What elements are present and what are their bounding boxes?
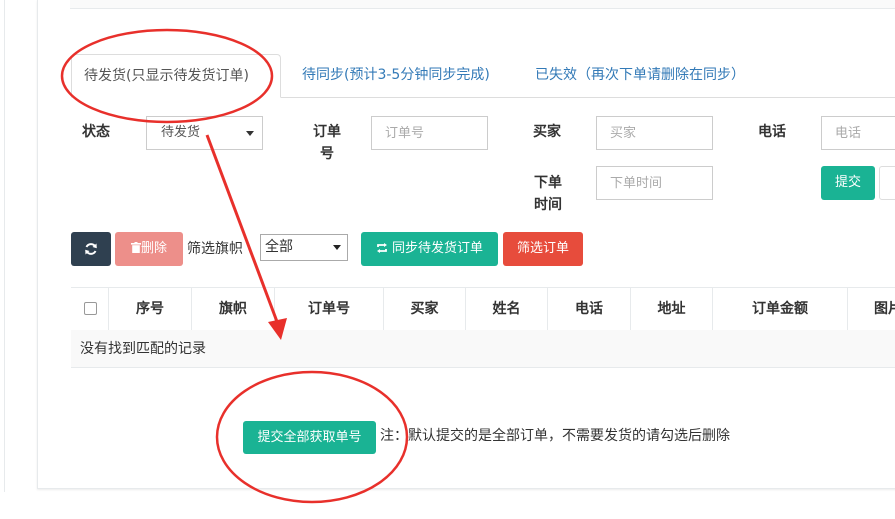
select-all-cell[interactable] [71, 288, 109, 330]
tab-expired[interactable]: 已失效（再次下单请删除在同步） [523, 54, 757, 98]
submit-all-button[interactable]: 提交全部获取单号 [243, 421, 376, 454]
flag-filter-value: 全部 [265, 239, 293, 255]
filter-orders-button[interactable]: 筛选订单 [503, 232, 583, 266]
column-header[interactable]: 图片 [848, 288, 895, 330]
trash-icon [130, 242, 141, 253]
footer-note: 注：默认提交的是全部订单，不需要发货的请勾选后删除 [380, 428, 730, 444]
status-label: 状态 [82, 124, 110, 140]
empty-table-message: 没有找到匹配的记录 [71, 330, 895, 368]
order-no-input[interactable] [371, 116, 488, 150]
refresh-button[interactable] [71, 232, 111, 266]
column-header[interactable]: 旗帜 [192, 288, 275, 330]
order-time-input[interactable] [596, 166, 713, 200]
sync-orders-button[interactable]: 同步待发货订单 [361, 232, 498, 266]
phone-input[interactable] [821, 116, 895, 150]
tab-pending-sync[interactable]: 待同步(预计3-5分钟同步完成) [290, 54, 502, 98]
chevron-down-icon [333, 245, 341, 250]
select-all-checkbox[interactable] [84, 302, 97, 315]
column-header[interactable]: 电话 [548, 288, 631, 330]
phone-label: 电话 [758, 124, 786, 140]
column-header[interactable]: 姓名 [466, 288, 548, 330]
left-divider [4, 0, 5, 492]
delete-button-label: 删除 [140, 241, 167, 256]
column-header[interactable]: 地址 [631, 288, 713, 330]
submit-button[interactable]: 提交 [821, 166, 875, 200]
column-header[interactable]: 订单号 [275, 288, 384, 330]
table-header: 序号 旗帜 订单号 买家 姓名 电话 地址 订单金额 图片 [71, 287, 895, 331]
delete-button[interactable]: 删除 [115, 232, 183, 266]
sync-orders-label: 同步待发货订单 [391, 241, 483, 256]
top-strip [70, 0, 895, 9]
order-time-label: 下单时间 [534, 175, 562, 213]
order-no-label: 订单号 [313, 124, 341, 162]
chevron-down-icon [246, 131, 254, 136]
status-select-value: 待发货 [161, 125, 201, 140]
flag-filter-label: 筛选旗帜 [187, 241, 243, 257]
column-header[interactable]: 买家 [384, 288, 466, 330]
column-header[interactable]: 订单金额 [713, 288, 848, 330]
flag-filter-select[interactable]: 全部 [260, 234, 348, 261]
column-header[interactable]: 序号 [109, 288, 192, 330]
tab-pending-shipment[interactable]: 待发货(只显示待发货订单) [71, 54, 281, 98]
refresh-icon [85, 242, 97, 255]
buyer-input[interactable] [596, 116, 713, 150]
reset-button[interactable] [879, 166, 895, 200]
sync-icon [376, 243, 387, 253]
status-select[interactable]: 待发货 [146, 116, 263, 150]
buyer-label: 买家 [533, 124, 561, 140]
